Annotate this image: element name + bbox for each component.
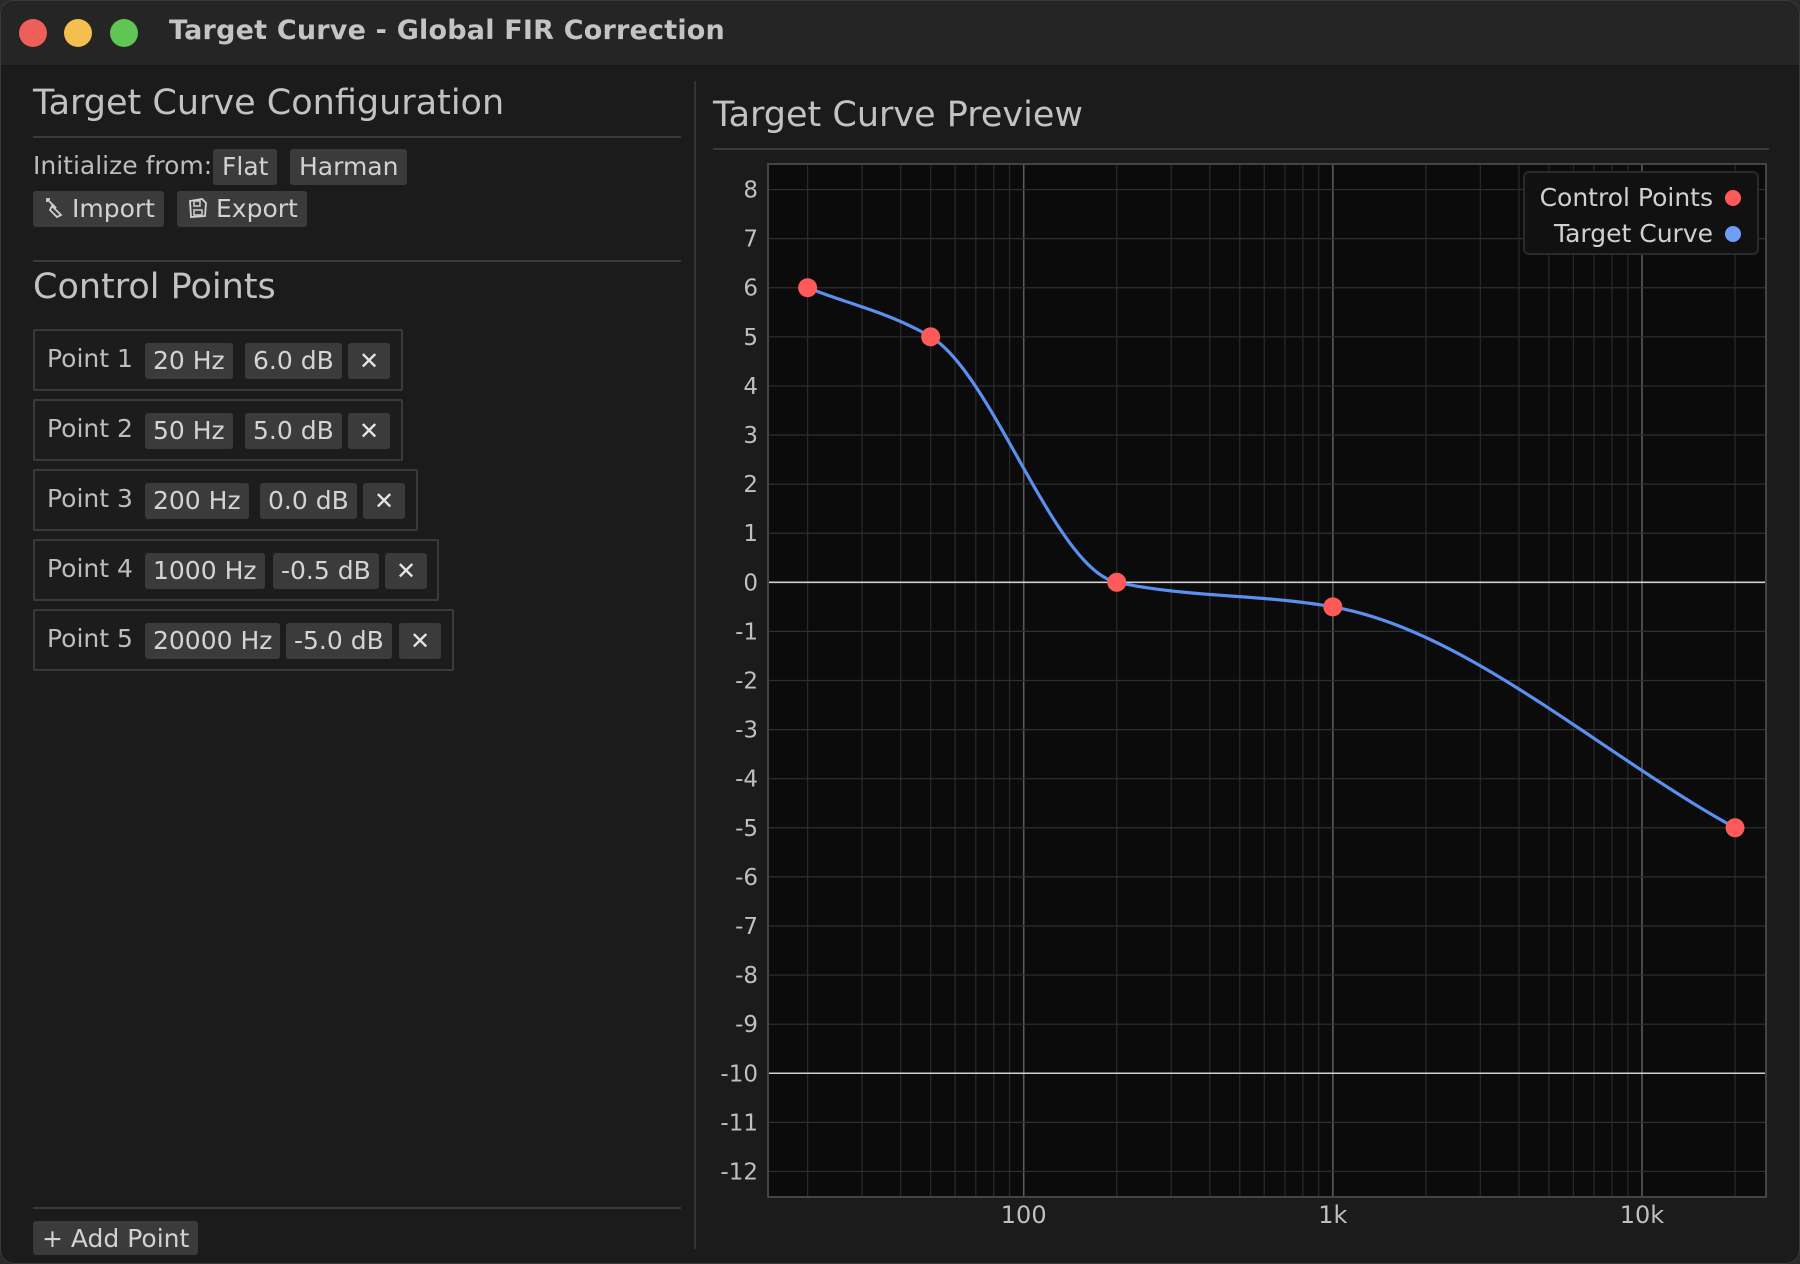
point-2-remove-button[interactable]: ✕	[348, 413, 390, 449]
y-tick-label: -11	[720, 1110, 758, 1136]
y-tick-label: -12	[720, 1159, 758, 1185]
export-button[interactable]: Export	[177, 191, 307, 227]
legend-entry-target-curve: Target Curve	[1554, 219, 1741, 248]
y-tick-label: 1	[743, 521, 758, 547]
point-5-gain-field[interactable]: -5.0 dB	[286, 623, 392, 659]
point-name: Point 3	[47, 484, 133, 513]
y-tick-label: -6	[735, 865, 758, 891]
y-tick-label: 4	[743, 374, 758, 400]
point-name: Point 4	[47, 554, 133, 583]
y-tick-label: 3	[743, 423, 758, 449]
point-2-frequency-field[interactable]: 50 Hz	[145, 413, 233, 449]
initialize-label: Initialize from:	[33, 151, 213, 180]
point-name: Point 5	[47, 624, 133, 653]
point-name: Point 2	[47, 414, 133, 443]
y-tick-label: 2	[743, 472, 758, 498]
y-tick-label: 7	[743, 227, 758, 253]
close-window-button[interactable]	[19, 19, 47, 47]
point-4-gain-field[interactable]: -0.5 dB	[273, 553, 379, 589]
harman-button[interactable]: Harman	[290, 149, 408, 185]
point-1-frequency-field[interactable]: 20 Hz	[145, 343, 233, 379]
point-4-remove-button[interactable]: ✕	[385, 553, 427, 589]
control-point-row-4: Point 4 1000 Hz -0.5 dB ✕	[33, 539, 439, 601]
x-tick-label: 1k	[1318, 1201, 1347, 1229]
flat-button[interactable]: Flat	[213, 149, 278, 185]
y-tick-label: -2	[735, 669, 758, 695]
point-3-remove-button[interactable]: ✕	[363, 483, 405, 519]
x-tick-label: 10k	[1620, 1201, 1665, 1229]
import-label: Import	[72, 194, 155, 223]
y-tick-label: -3	[735, 718, 758, 744]
control-point-row-5: Point 5 20000 Hz -5.0 dB ✕	[33, 609, 454, 671]
preview-title-rule	[713, 148, 1769, 150]
point-name: Point 1	[47, 344, 133, 373]
point-3-gain-field[interactable]: 0.0 dB	[260, 483, 357, 519]
y-tick-label: -7	[735, 914, 758, 940]
point-5-remove-button[interactable]: ✕	[399, 623, 441, 659]
section-divider	[33, 260, 681, 262]
y-tick-label: -4	[735, 767, 758, 793]
window-title: Target Curve - Global FIR Correction	[169, 15, 725, 46]
legend-marker-target-curve	[1725, 226, 1741, 242]
x-tick-label: 100	[1001, 1201, 1047, 1229]
y-tick-label: 8	[743, 178, 758, 204]
zoom-window-button[interactable]	[110, 19, 138, 47]
control-point-row-3: Point 3 200 Hz 0.0 dB ✕	[33, 469, 418, 531]
point-4-frequency-field[interactable]: 1000 Hz	[145, 553, 265, 589]
title-bar: Target Curve - Global FIR Correction	[1, 1, 1799, 66]
config-title-rule	[33, 136, 681, 138]
y-tick-label: 5	[743, 325, 758, 351]
control-point-row-2: Point 2 50 Hz 5.0 dB ✕	[33, 399, 403, 461]
configuration-panel: Target Curve Configuration Initialize fr…	[33, 65, 683, 1263]
add-point-button[interactable]: + Add Point	[33, 1221, 199, 1255]
y-tick-label: -9	[735, 1012, 758, 1038]
legend-entry-control-points: Control Points	[1540, 183, 1741, 212]
config-title: Target Curve Configuration	[33, 83, 505, 123]
chart-legend: Control Points Target Curve	[1523, 171, 1759, 255]
save-disk-icon	[186, 194, 210, 218]
y-tick-label: 6	[743, 276, 758, 302]
y-tick-label: -8	[735, 963, 758, 989]
y-tick-label: -5	[735, 816, 758, 842]
y-tick-label: -10	[720, 1061, 758, 1087]
point-5-frequency-field[interactable]: 20000 Hz	[145, 623, 281, 659]
minimize-window-button[interactable]	[64, 19, 92, 47]
legend-label-target-curve: Target Curve	[1553, 219, 1713, 248]
export-label: Export	[216, 194, 298, 223]
y-tick-label: -1	[735, 619, 758, 645]
control-points-title: Control Points	[33, 267, 276, 307]
bottom-rule	[33, 1207, 681, 1209]
panel-splitter[interactable]	[694, 81, 696, 1249]
point-3-frequency-field[interactable]: 200 Hz	[145, 483, 249, 519]
y-tick-label: 0	[743, 570, 758, 596]
point-1-gain-field[interactable]: 6.0 dB	[245, 343, 342, 379]
preview-title: Target Curve Preview	[713, 95, 1084, 135]
import-icon	[42, 194, 66, 219]
app-window: Target Curve - Global FIR Correction Tar…	[0, 0, 1800, 1264]
control-point-row-1: Point 1 20 Hz 6.0 dB ✕	[33, 329, 403, 391]
import-button[interactable]: Import	[33, 191, 164, 227]
legend-label-control-points: Control Points	[1539, 183, 1713, 212]
point-2-gain-field[interactable]: 5.0 dB	[245, 413, 342, 449]
point-1-remove-button[interactable]: ✕	[348, 343, 390, 379]
legend-marker-control-points	[1725, 190, 1741, 206]
target-curve-plot[interactable]	[767, 163, 1767, 1198]
